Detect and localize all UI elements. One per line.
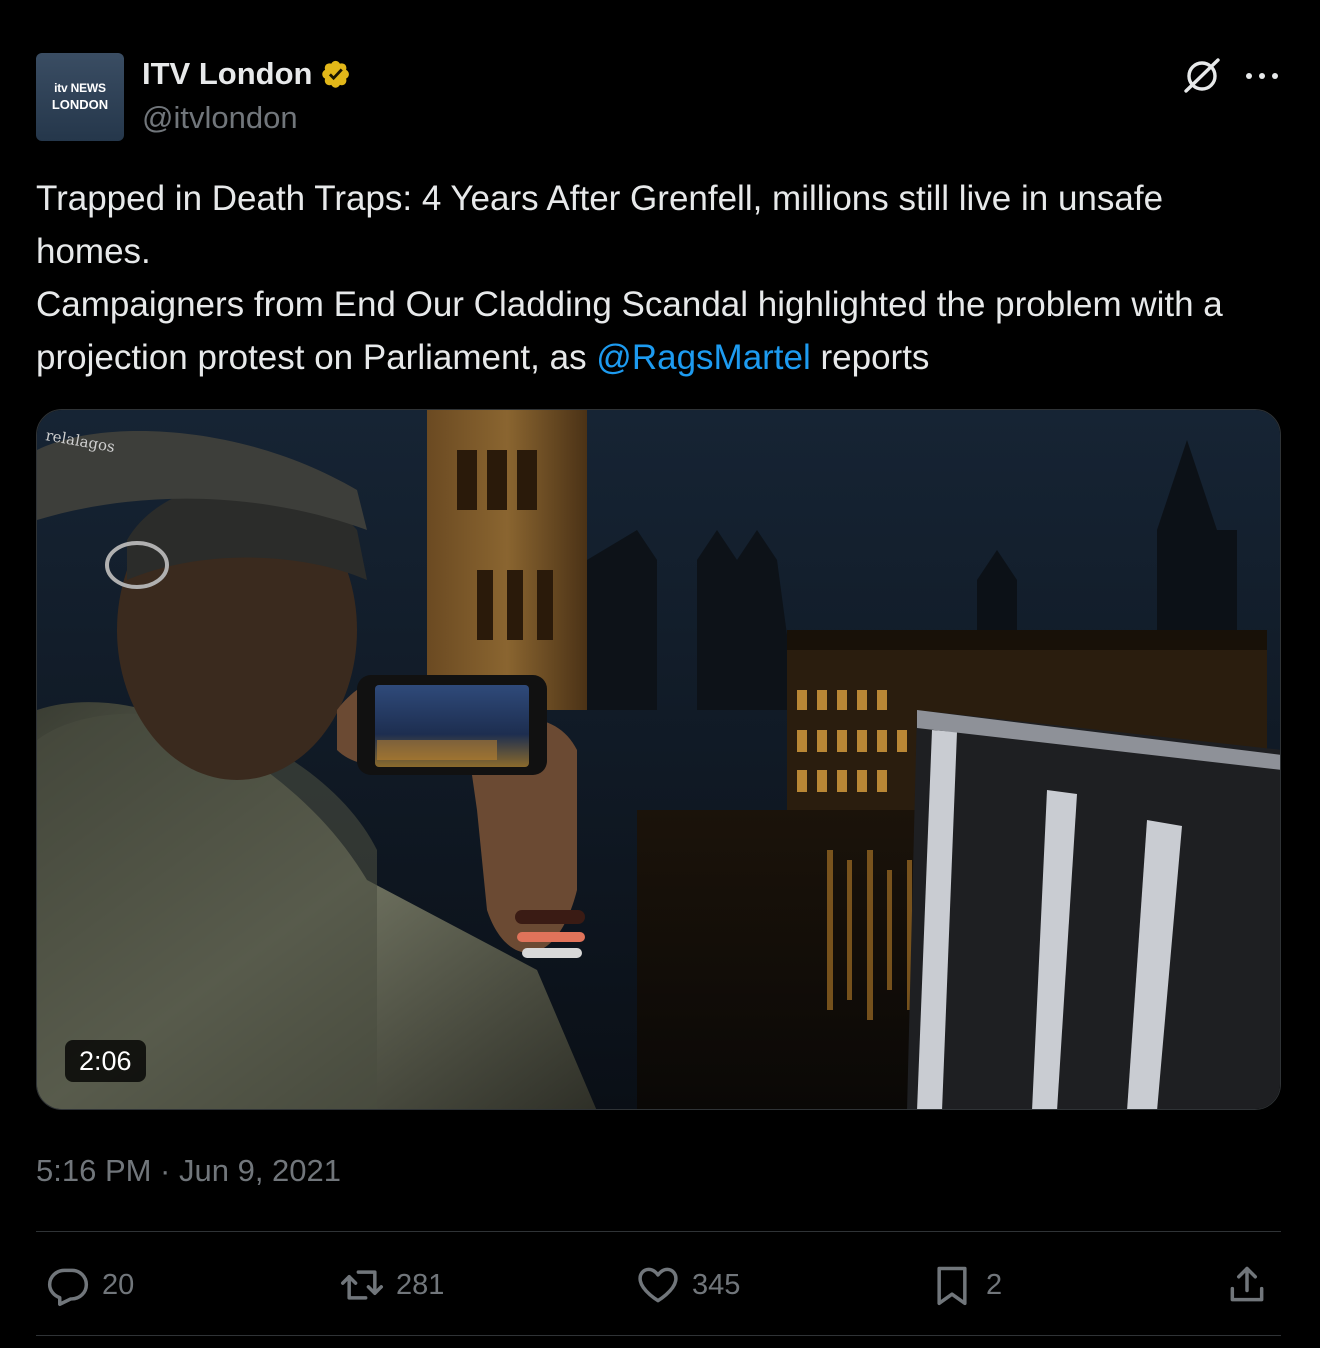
video-player[interactable]: relalagos 2:06	[36, 409, 1281, 1110]
timestamp[interactable]: 5:16 PM · Jun 9, 2021	[36, 1150, 341, 1192]
repost-button[interactable]: 281	[340, 1262, 444, 1308]
verified-badge-icon[interactable]	[320, 57, 354, 91]
like-button[interactable]: 345	[636, 1262, 740, 1308]
tweet-text-after-mention: reports	[810, 338, 930, 377]
display-name[interactable]: ITV London	[142, 56, 312, 92]
name-row: ITV London	[142, 54, 354, 94]
grok-icon[interactable]	[1180, 54, 1224, 98]
tweet-text-line-1: Trapped in Death Traps: 4 Years After Gr…	[36, 179, 1164, 271]
divider-top	[36, 1231, 1281, 1232]
reply-button[interactable]: 20	[46, 1262, 134, 1308]
avatar-line-1: itv NEWS	[54, 81, 106, 95]
mention-link[interactable]: @RagsMartel	[596, 338, 810, 377]
repost-count: 281	[396, 1268, 445, 1301]
bookmark-count: 2	[986, 1268, 1003, 1301]
tweet-text-line-2: Campaigners from End Our Cladding Scanda…	[36, 278, 1286, 384]
tweet: itv NEWS LONDON ITV London @itvlondon Tr…	[0, 0, 1320, 1348]
avatar-line-2: LONDON	[51, 97, 109, 112]
heart-icon	[638, 1267, 678, 1303]
share-icon	[1230, 1266, 1264, 1302]
bookmark-button[interactable]: 2	[930, 1262, 1002, 1308]
tweet-text: Trapped in Death Traps: 4 Years After Gr…	[36, 172, 1286, 384]
reply-icon	[47, 1268, 89, 1306]
bookmark-icon	[937, 1266, 967, 1306]
video-duration: 2:06	[65, 1040, 146, 1082]
reply-count: 20	[102, 1268, 135, 1301]
avatar[interactable]: itv NEWS LONDON	[36, 53, 124, 141]
repost-icon	[341, 1270, 383, 1300]
like-count: 345	[692, 1268, 741, 1301]
video-thumbnail: relalagos	[37, 410, 1280, 1109]
more-icon[interactable]	[1240, 56, 1284, 96]
handle[interactable]: @itvlondon	[142, 98, 298, 138]
share-button[interactable]	[1225, 1262, 1269, 1308]
divider-bottom	[36, 1335, 1281, 1336]
